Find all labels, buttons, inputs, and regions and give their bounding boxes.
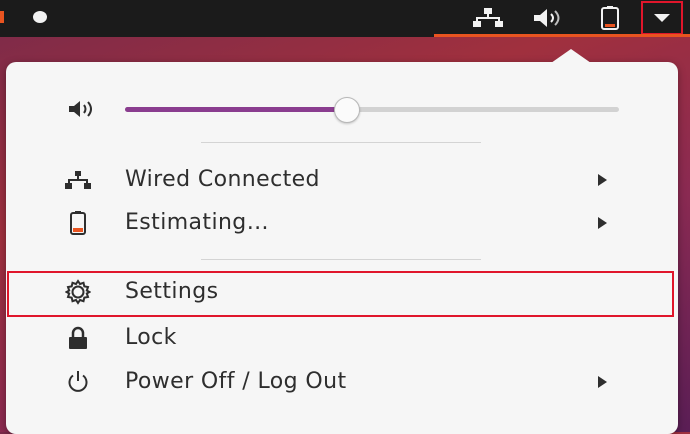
volume-slider-handle[interactable] — [334, 97, 361, 123]
menu-item-label: Wired Connected — [125, 167, 320, 192]
dropdown-arrow-icon — [654, 14, 670, 22]
network-wired-icon — [65, 168, 91, 192]
battery-icon — [65, 211, 91, 235]
system-menu-popover: Wired Connected Estimating… Settings Loc… — [6, 49, 678, 434]
menu-item-settings[interactable]: Settings — [6, 271, 678, 317]
volume-slider[interactable] — [125, 97, 619, 123]
menu-item-label: Power Off / Log Out — [125, 369, 347, 394]
menu-item-wired-connection[interactable]: Wired Connected — [6, 160, 678, 200]
menu-item-power-off[interactable]: Power Off / Log Out — [6, 362, 678, 402]
power-icon — [65, 370, 91, 394]
popover-arrow — [551, 49, 591, 63]
workspace-indicator-dot[interactable] — [33, 11, 47, 23]
menu-separator — [201, 259, 481, 260]
activities-edge[interactable] — [0, 11, 4, 23]
top-bar — [0, 0, 690, 37]
gear-icon — [65, 279, 91, 305]
menu-item-label: Settings — [125, 279, 219, 304]
menu-item-label: Estimating… — [125, 210, 270, 235]
menu-item-battery[interactable]: Estimating… — [6, 203, 678, 243]
menu-item-lock[interactable]: Lock — [6, 318, 678, 358]
active-indicator-underline — [434, 34, 690, 37]
menu-item-label: Lock — [125, 325, 177, 350]
system-menu-button[interactable] — [641, 1, 683, 35]
highlight-box — [7, 271, 674, 317]
volume-control — [68, 96, 628, 123]
submenu-arrow-icon — [598, 376, 607, 388]
speaker-icon[interactable] — [68, 99, 100, 119]
volume-slider-fill — [125, 107, 348, 112]
submenu-arrow-icon — [598, 217, 607, 229]
volume-icon[interactable] — [532, 6, 568, 30]
menu-separator — [201, 142, 481, 143]
lock-icon — [65, 326, 91, 350]
network-wired-icon[interactable] — [472, 6, 504, 30]
submenu-arrow-icon — [598, 174, 607, 186]
battery-icon[interactable] — [598, 6, 622, 30]
